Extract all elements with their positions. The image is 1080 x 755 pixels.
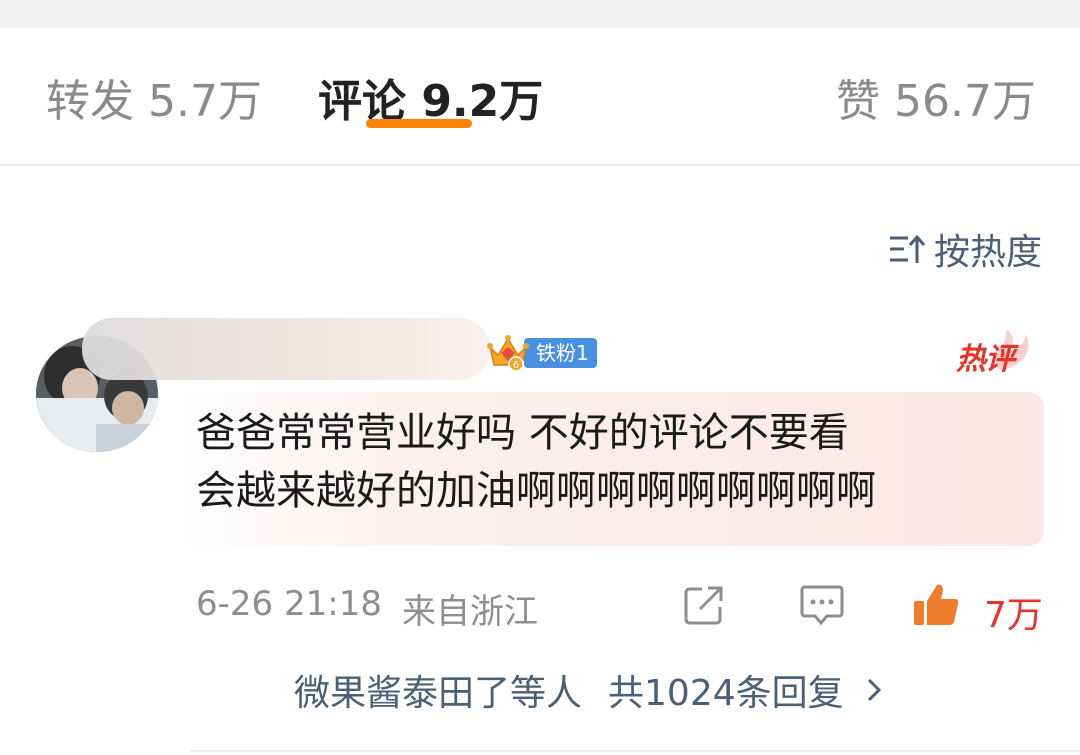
sort-button[interactable]: 按热度 bbox=[888, 226, 1042, 273]
replies-link[interactable]: 微果酱泰田了等人 共1024条回复 bbox=[294, 664, 884, 716]
divider bbox=[190, 750, 1080, 752]
crown-icon: 6 bbox=[486, 333, 530, 373]
reply-count: 共1024条回复 bbox=[608, 673, 844, 714]
comment-date: 6-26 21:18 bbox=[196, 584, 382, 624]
like-count[interactable]: 7万 bbox=[984, 586, 1043, 638]
thumbs-up-icon bbox=[911, 581, 961, 633]
fan-badge: 铁粉1 bbox=[524, 338, 597, 368]
reply-button[interactable] bbox=[798, 583, 846, 631]
comment-icon bbox=[799, 583, 845, 631]
tab-repost[interactable]: 转发 5.7万 bbox=[46, 76, 262, 128]
share-button[interactable] bbox=[680, 583, 728, 631]
fan-badge-group[interactable]: 6 铁粉1 bbox=[486, 334, 597, 372]
comment-location: 来自浙江 bbox=[401, 592, 538, 632]
share-icon bbox=[682, 583, 726, 631]
tab-bar: 转发 5.7万 评论 9.2万 赞 56.7万 bbox=[0, 28, 1080, 166]
active-tab-indicator bbox=[366, 119, 472, 128]
top-strip bbox=[0, 0, 1080, 28]
sort-icon bbox=[888, 232, 926, 266]
comment-meta: 6-26 21:18 来自浙江 bbox=[196, 584, 538, 633]
reply-users: 微果酱泰田了等人 bbox=[294, 673, 583, 714]
crown-level-text: 6 bbox=[513, 360, 519, 371]
hot-comment-label: 热评 bbox=[956, 342, 1015, 377]
username-blurred[interactable] bbox=[82, 318, 490, 380]
comment-text: 爸爸常常营业好吗 不好的评论不要看 会越来越好的加油啊啊啊啊啊啊啊啊啊 bbox=[196, 410, 876, 514]
tab-likes[interactable]: 赞 56.7万 bbox=[836, 76, 1036, 128]
sort-label: 按热度 bbox=[933, 232, 1042, 273]
chevron-right-icon bbox=[864, 675, 884, 705]
like-button[interactable] bbox=[912, 583, 960, 631]
hot-comment-badge: 热评 bbox=[956, 330, 1034, 377]
